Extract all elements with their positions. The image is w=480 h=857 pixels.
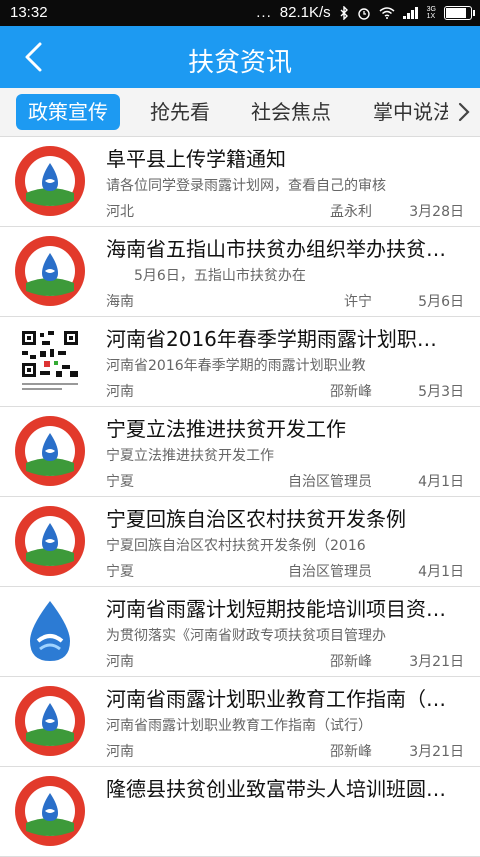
app-header: 扶贫资讯 xyxy=(0,26,480,88)
network-type-bottom: 1X xyxy=(426,12,436,20)
article-summary: 为贯彻落实《河南省财政专项扶贫项目管理办 xyxy=(106,628,386,644)
article-summary: 请各位同学登录雨露计划网，查看自己的审核 xyxy=(106,178,386,194)
article-item[interactable]: 河南省雨露计划职业教育工作指南（… 河南省雨露计划职业教育工作指南（试行） 河南… xyxy=(0,677,480,767)
bluetooth-icon xyxy=(340,5,348,20)
wifi-icon xyxy=(379,6,395,19)
article-title: 宁夏立法推进扶贫开发工作 xyxy=(106,417,346,441)
article-summary: 河南省雨露计划职业教育工作指南（试行） xyxy=(106,718,372,734)
tab-policy[interactable]: 政策宣传 xyxy=(16,94,120,130)
article-title: 河南省2016年春季学期雨露计划职… xyxy=(106,327,437,351)
signal-icon xyxy=(402,6,419,19)
article-item[interactable]: 阜平县上传学籍通知 请各位同学登录雨露计划网，查看自己的审核 河北 孟永利 3月… xyxy=(0,137,480,227)
status-time: 13:32 xyxy=(10,4,48,21)
status-icons: ... 82.1K/s 3G 1X xyxy=(256,4,475,21)
article-date: 5月6日 xyxy=(418,294,464,310)
article-date: 5月3日 xyxy=(418,384,464,400)
article-summary: 5月6日，五指山市扶贫办在 xyxy=(106,268,306,284)
chevron-right-icon xyxy=(458,102,470,122)
notification-dots: ... xyxy=(256,4,272,21)
article-title: 隆德县扶贫创业致富带头人培训班圆… xyxy=(106,777,446,801)
article-item[interactable]: 河南省2016年春季学期雨露计划职… 河南省2016年春季学期的雨露计划职业教 … xyxy=(0,317,480,407)
qr-code-icon xyxy=(20,329,80,390)
article-author: 孟永利 xyxy=(330,204,372,220)
status-bar: 13:32 ... 82.1K/s 3G 1X xyxy=(0,0,480,26)
article-region: 河南 xyxy=(106,744,134,760)
article-author: 邵新峰 xyxy=(330,384,372,400)
article-region: 河北 xyxy=(106,204,134,220)
network-speed: 82.1K/s xyxy=(279,4,331,21)
tab-social-focus[interactable]: 社会焦点 xyxy=(251,94,331,130)
article-region: 宁夏 xyxy=(106,564,134,580)
article-author: 许宁 xyxy=(344,294,372,310)
article-date: 3月28日 xyxy=(409,204,464,220)
page-title: 扶贫资讯 xyxy=(187,48,292,78)
article-author: 自治区管理员 xyxy=(288,474,372,490)
tabs-scroll-right-button[interactable] xyxy=(448,88,480,136)
yulu-badge-icon xyxy=(15,416,85,486)
article-summary: 河南省2016年春季学期的雨露计划职业教 xyxy=(106,358,366,374)
article-region: 河南 xyxy=(106,384,134,400)
article-author: 邵新峰 xyxy=(330,744,372,760)
article-date: 4月1日 xyxy=(418,564,464,580)
article-region: 河南 xyxy=(106,654,134,670)
tab-legal[interactable]: 掌中说法 xyxy=(373,94,453,130)
alarm-icon xyxy=(357,7,370,20)
article-date: 4月1日 xyxy=(418,474,464,490)
tab-preview[interactable]: 抢先看 xyxy=(150,94,210,130)
article-title: 阜平县上传学籍通知 xyxy=(106,147,286,171)
article-title: 宁夏回族自治区农村扶贫开发条例 xyxy=(106,507,406,531)
yulu-badge-icon xyxy=(15,686,85,756)
article-list: 阜平县上传学籍通知 请各位同学登录雨露计划网，查看自己的审核 河北 孟永利 3月… xyxy=(0,137,480,857)
yulu-badge-icon xyxy=(15,776,85,846)
article-title: 河南省雨露计划短期技能培训项目资… xyxy=(106,597,446,621)
network-type-top: 3G xyxy=(426,5,436,13)
article-item[interactable]: 河南省雨露计划短期技能培训项目资… 为贯彻落实《河南省财政专项扶贫项目管理办 河… xyxy=(0,587,480,677)
yulu-badge-icon xyxy=(15,506,85,576)
article-summary: 宁夏立法推进扶贫开发工作 xyxy=(106,448,274,464)
yulu-badge-icon xyxy=(15,236,85,306)
article-author: 邵新峰 xyxy=(330,654,372,670)
article-item[interactable]: 宁夏立法推进扶贫开发工作 宁夏立法推进扶贫开发工作 宁夏 自治区管理员 4月1日 xyxy=(0,407,480,497)
article-region: 宁夏 xyxy=(106,474,134,490)
article-title: 海南省五指山市扶贫办组织举办扶贫… xyxy=(106,237,446,261)
article-item[interactable]: 隆德县扶贫创业致富带头人培训班圆… xyxy=(0,767,480,857)
article-date: 3月21日 xyxy=(409,654,464,670)
network-type: 3G 1X xyxy=(427,6,436,20)
article-region: 海南 xyxy=(106,294,134,310)
yulu-badge-icon xyxy=(15,146,85,216)
article-item[interactable]: 海南省五指山市扶贫办组织举办扶贫… 5月6日，五指山市扶贫办在 海南 许宁 5月… xyxy=(0,227,480,317)
article-title: 河南省雨露计划职业教育工作指南（… xyxy=(106,687,446,711)
battery-icon xyxy=(444,5,475,20)
water-drop-logo-icon xyxy=(14,595,86,667)
category-tabs: 政策宣传 抢先看 社会焦点 掌中说法 xyxy=(0,88,480,137)
article-author: 自治区管理员 xyxy=(288,564,372,580)
article-item[interactable]: 宁夏回族自治区农村扶贫开发条例 宁夏回族自治区农村扶贫开发条例（2016 宁夏 … xyxy=(0,497,480,587)
article-date: 3月21日 xyxy=(409,744,464,760)
article-summary: 宁夏回族自治区农村扶贫开发条例（2016 xyxy=(106,538,366,554)
